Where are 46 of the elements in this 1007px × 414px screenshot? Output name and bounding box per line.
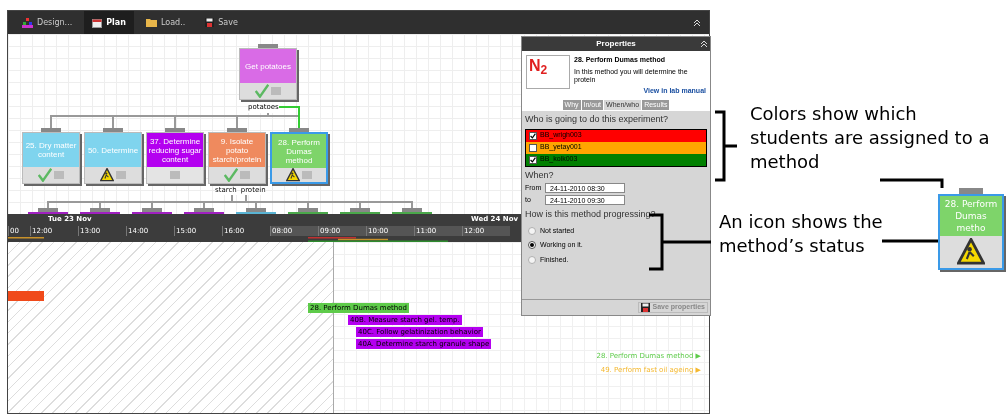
annotation-text: An icon shows the method’s status: [719, 210, 884, 258]
task-bar: [8, 291, 44, 301]
method-label: 28. Perform Dumas metho: [943, 198, 999, 234]
folder-icon: [145, 18, 157, 27]
progress-question: How is this method progressing?: [525, 208, 657, 221]
method-node[interactable]: Get potatoes: [239, 48, 297, 100]
toolbar-tab[interactable]: Design...: [14, 11, 81, 34]
method-label: 9. Isolate potato starch/protein: [211, 136, 263, 164]
toolbar-tab[interactable]: Load..: [137, 11, 194, 34]
method-picture: [170, 171, 180, 179]
method-label: 28. Perform Dumas method: [277, 137, 321, 165]
annotation-text: Colors show which students are assigned to a method: [750, 102, 991, 174]
radio-button[interactable]: [528, 241, 536, 250]
student-checkbox[interactable]: [529, 155, 537, 164]
callout-line: [882, 238, 938, 244]
save-icon: [641, 303, 651, 312]
method-label: Get potatoes: [245, 61, 291, 71]
radio-button[interactable]: [528, 255, 536, 264]
collapse-icon[interactable]: [701, 41, 707, 47]
blocks-icon: [22, 17, 33, 28]
method-picture: [271, 87, 281, 95]
toolbar-tab[interactable]: Plan: [84, 11, 134, 34]
tick-icon: [530, 132, 536, 139]
method-picture: [116, 171, 126, 179]
radio-button[interactable]: [528, 226, 536, 235]
save-icon: [205, 18, 215, 27]
toolbar-tab[interactable]: Save: [197, 11, 246, 34]
calendar-icon: [92, 17, 103, 28]
panel-title: Properties: [596, 38, 636, 50]
callout-bracket: [714, 110, 738, 182]
callout-line: [880, 178, 944, 188]
method-label: 25. Dry matter content: [24, 141, 78, 159]
collapse-icon[interactable]: [693, 18, 703, 27]
who-question: Who is going to do this experiment?: [525, 113, 670, 126]
tick-icon: [530, 156, 536, 163]
student-checkbox[interactable]: [529, 143, 537, 152]
method-image: N$_{2}$: [526, 55, 570, 89]
student-checkbox[interactable]: [529, 131, 537, 140]
method-picture: [302, 171, 312, 179]
method-node[interactable]: 37. Determine reducing sugar content: [146, 132, 204, 184]
when-label: When?: [525, 168, 555, 182]
method-picture: [54, 171, 64, 179]
method-label: 37. Determine reducing sugar content: [148, 136, 202, 164]
method-picture: [240, 171, 250, 179]
method-node[interactable]: 9. Isolate potato starch/protein: [208, 132, 266, 184]
method-label: 50. Determine: [87, 145, 139, 155]
